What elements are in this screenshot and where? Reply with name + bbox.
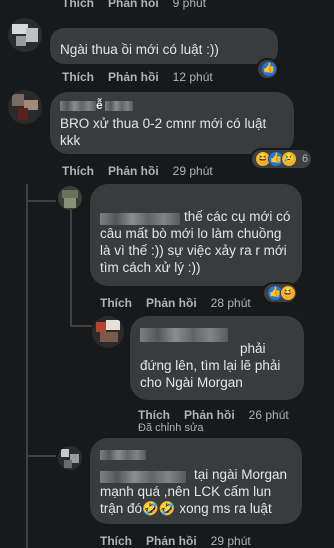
comment-text: tại ngài Morgan mạnh quá ,nên LCK cấm lu… bbox=[100, 467, 288, 516]
comment-text: Ngài thua ồi mới có luật :)) bbox=[60, 42, 219, 57]
like-button[interactable]: Thích bbox=[62, 164, 94, 178]
thread-branch bbox=[70, 325, 92, 327]
reaction-count: 6 bbox=[302, 153, 309, 165]
timestamp: 29 phút bbox=[210, 534, 251, 548]
like-button[interactable]: Thích bbox=[100, 296, 132, 310]
commenter-name[interactable] bbox=[100, 210, 180, 228]
reply-button[interactable]: Phản hồi bbox=[146, 534, 197, 548]
avatar[interactable] bbox=[58, 186, 82, 210]
thread-line bbox=[70, 210, 72, 326]
comment-bubble: Ngài thua ồi mới có luật :)) bbox=[50, 28, 278, 64]
timestamp: 9 phút bbox=[172, 0, 207, 10]
like-button[interactable]: Thích bbox=[62, 0, 94, 10]
comment-actions: Thích Phản hồi 26 phút bbox=[138, 408, 303, 422]
comment-text: BRO xử thua 0-2 cmnr mới có luật kkk bbox=[60, 116, 267, 148]
like-button[interactable]: Thích bbox=[62, 70, 94, 84]
reply-button[interactable]: Phản hồi bbox=[108, 164, 159, 178]
timestamp: 26 phút bbox=[248, 408, 289, 422]
avatar[interactable] bbox=[8, 18, 42, 52]
comment-actions: Thích Phản hồi 29 phút bbox=[62, 164, 227, 178]
thread-branch bbox=[26, 455, 56, 457]
comment-bubble: tại ngài Morgan mạnh quá ,nên LCK cấm lu… bbox=[90, 438, 302, 524]
comment-actions: Thích Phản hồi 12 phút bbox=[62, 70, 227, 84]
avatar[interactable] bbox=[92, 316, 124, 348]
timestamp: 29 phút bbox=[172, 164, 213, 178]
thread-line bbox=[26, 184, 28, 548]
reply-button[interactable]: Phản hồi bbox=[108, 0, 159, 10]
timestamp: 12 phút bbox=[172, 70, 213, 84]
edited-label: Đã chỉnh sửa bbox=[138, 422, 204, 434]
avatar[interactable] bbox=[8, 90, 42, 124]
reaction-summary[interactable]: 👍 bbox=[258, 60, 277, 78]
reply-button[interactable]: Phản hồi bbox=[184, 408, 235, 422]
haha-icon: 😆 bbox=[280, 285, 296, 301]
reaction-summary[interactable]: 👍 😆 bbox=[264, 284, 296, 302]
comment-actions: Thích Phản hồi 28 phút bbox=[100, 296, 265, 310]
reaction-summary[interactable]: 😆 👍 😢 6 bbox=[252, 150, 312, 168]
comment-bubble: thế các cụ mới có câu mất bò mới lo làm … bbox=[90, 184, 302, 286]
avatar[interactable] bbox=[58, 446, 82, 470]
like-button[interactable]: Thích bbox=[138, 408, 170, 422]
commenter-name[interactable] bbox=[100, 446, 146, 464]
timestamp: 28 phút bbox=[210, 296, 251, 310]
like-icon: 👍 bbox=[261, 61, 277, 77]
comment-actions: Thích Phản hồi 29 phút bbox=[100, 534, 265, 548]
like-button[interactable]: Thích bbox=[100, 534, 132, 548]
commenter-name[interactable]: ễ bbox=[60, 98, 133, 112]
top-comment-actions: Thích Phản hồi 9 phút bbox=[62, 0, 220, 10]
comment-text: phải đứng lên, tìm lại lẽ phải cho Ngài … bbox=[140, 341, 281, 390]
thread-branch bbox=[26, 200, 56, 202]
comment-bubble: ễ BRO xử thua 0-2 cmnr mới có luật kkk bbox=[50, 92, 294, 154]
reply-button[interactable]: Phản hồi bbox=[146, 296, 197, 310]
sad-icon: 😢 bbox=[281, 151, 297, 167]
reply-button[interactable]: Phản hồi bbox=[108, 70, 159, 84]
comment-bubble: phải đứng lên, tìm lại lẽ phải cho Ngài … bbox=[130, 316, 304, 400]
